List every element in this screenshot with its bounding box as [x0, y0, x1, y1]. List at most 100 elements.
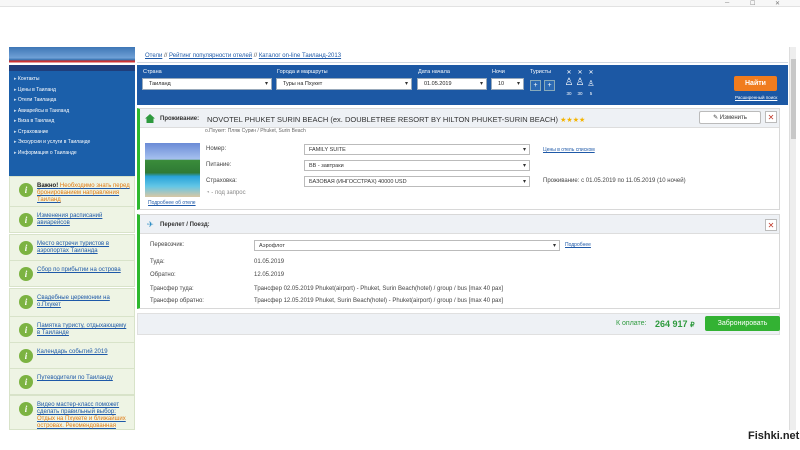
- info-link[interactable]: Памятка туристу, отдыхающему в Таиланде: [37, 320, 131, 339]
- hotel-details-link[interactable]: Подробнее об отеле: [148, 200, 196, 206]
- flight-kind-label: Перелет / Поезд:: [160, 222, 210, 228]
- child-icon: ♙: [587, 79, 595, 88]
- scrollbar-thumb[interactable]: [791, 59, 796, 139]
- info-icon: i: [19, 183, 33, 197]
- info-link[interactable]: Видео мастер-класс поможет сделать прави…: [37, 402, 119, 415]
- extended-search-link[interactable]: Расширенный поиск: [735, 95, 777, 100]
- remove-flight-icon[interactable]: ✕: [765, 219, 777, 231]
- menu-item[interactable]: Отели Таиланда: [9, 95, 135, 106]
- info-icon: i: [19, 402, 33, 416]
- info-block[interactable]: i Важно! Необходимо знать перед бронирова…: [9, 176, 135, 209]
- total-price: 264 917 ₽: [655, 319, 695, 329]
- info-block[interactable]: i Календарь событий 2019: [9, 342, 135, 369]
- carrier-label: Перевозчик:: [150, 242, 185, 248]
- menu-item[interactable]: Авиарейсы в Таиланд: [9, 106, 135, 117]
- maximize-icon[interactable]: ☐: [750, 0, 755, 7]
- ticket-icon: ✈: [147, 220, 154, 229]
- stay-dates: Проживание: с 01.05.2019 по 11.05.2019 (…: [543, 178, 686, 184]
- info-block[interactable]: i Свадебные церемонии на о.Пхукет: [9, 288, 135, 317]
- info-icon: i: [19, 323, 33, 337]
- info-icon: i: [19, 349, 33, 363]
- return-date: 12.05.2019: [254, 272, 285, 278]
- info-icon: i: [19, 241, 33, 255]
- divider: [137, 62, 788, 63]
- breadcrumb-link[interactable]: Каталог on-line Таиланд-2013: [259, 53, 341, 59]
- minimize-icon[interactable]: ─: [725, 0, 729, 6]
- remove-hotel-icon[interactable]: ✕: [765, 111, 777, 123]
- flight-header: ✈ Перелет / Поезд:: [140, 215, 779, 234]
- info-link[interactable]: Сбор по прибытии на острова: [37, 264, 121, 283]
- info-link[interactable]: Календарь событий 2019: [37, 346, 108, 365]
- carrier-select[interactable]: Аэрофлот: [254, 240, 560, 251]
- age-label: 30: [577, 91, 583, 96]
- breadcrumb: Отели // Рейтинг популярности отелей // …: [145, 53, 342, 59]
- remove-icon[interactable]: ✕: [564, 69, 574, 76]
- country-select[interactable]: Таиланд: [142, 78, 272, 90]
- menu-item[interactable]: Цены в Таиланд: [9, 85, 135, 96]
- tourists-label: Туристы: [530, 69, 552, 75]
- info-link[interactable]: Свадебные церемонии на о.Пхукет: [37, 292, 131, 313]
- room-select[interactable]: FAMILY SUITE: [304, 144, 530, 155]
- hotel-photo[interactable]: [145, 143, 200, 197]
- date-input[interactable]: 01.05.2019: [417, 78, 487, 90]
- breadcrumb-link[interactable]: Рейтинг популярности отелей: [169, 53, 252, 59]
- hotel-location: о.Пхукет: Пляж Сурин / Phuket, Surin Bea…: [205, 128, 306, 134]
- adult-icon: ♙: [575, 77, 585, 88]
- info-block[interactable]: i Сбор по прибытии на острова: [9, 260, 135, 287]
- watermark: Fishki.net: [748, 430, 800, 442]
- menu-item[interactable]: Контакты: [9, 74, 135, 85]
- info-icon: i: [19, 375, 33, 389]
- info-block[interactable]: i Изменения расписаний авиарейсов: [9, 206, 135, 233]
- outbound-label: Туда:: [150, 259, 165, 265]
- total-label: К оплате:: [616, 320, 647, 327]
- meal-select[interactable]: BB - завтраки: [304, 160, 530, 171]
- menu-item[interactable]: Виза в Таиланд: [9, 116, 135, 127]
- hotel-stars: ★★★★: [560, 117, 586, 124]
- thailand-banner-image: [9, 47, 135, 71]
- change-hotel-button[interactable]: ✎ Изменить: [699, 111, 761, 124]
- book-button[interactable]: Забронировать: [705, 316, 780, 331]
- house-icon: [145, 114, 155, 123]
- add-adult-icon[interactable]: +: [530, 80, 541, 91]
- adult-icon: ♙: [564, 77, 574, 88]
- hotel-header: Проживание: NOVOTEL PHUKET SURIN BEACH (…: [140, 109, 779, 128]
- country-label: Страна: [143, 69, 162, 75]
- find-button[interactable]: Найти: [734, 76, 777, 91]
- info-icon: i: [19, 267, 33, 281]
- transfer-back-label: Трансфер обратно:: [150, 298, 204, 304]
- city-label: Города и маршруты: [277, 69, 328, 75]
- insurance-select[interactable]: БАЗОВАЯ (ИНГОССТРАХ) 40000 USD: [304, 176, 530, 187]
- info-link[interactable]: Место встречи туристов в аэропортах Таил…: [37, 238, 131, 257]
- hotel-kind-label: Проживание:: [160, 116, 200, 122]
- info-block[interactable]: i Место встречи туристов в аэропортах Таи…: [9, 234, 135, 261]
- hotel-title: NOVOTEL PHUKET SURIN BEACH (ex. DOUBLETR…: [207, 115, 585, 124]
- scrollbar[interactable]: [789, 47, 796, 430]
- menu-item[interactable]: Экскурсии и услуги в Таиланде: [9, 137, 135, 148]
- info-link[interactable]: Путеводители по Таиланду: [37, 372, 113, 391]
- transfer-out-value: Трансфер 02.05.2019 Phuket(airport) - Ph…: [254, 286, 504, 292]
- menu-item[interactable]: Информация о Таиланде: [9, 148, 135, 159]
- add-child-icon[interactable]: +: [544, 80, 555, 91]
- info-block[interactable]: i Памятка туристу, отдыхающему в Таиланде: [9, 316, 135, 343]
- breadcrumb-link[interactable]: Отели: [145, 53, 162, 59]
- remove-icon[interactable]: ✕: [575, 69, 585, 76]
- age-label: 5: [589, 91, 593, 96]
- request-status: ◔ - под запрос: [206, 190, 246, 196]
- flight-details-link[interactable]: Подробнее: [565, 242, 591, 248]
- prices-list-link[interactable]: Цены в отель списком: [543, 147, 595, 153]
- menu-item[interactable]: Страхование: [9, 127, 135, 138]
- city-select[interactable]: Туры на Пхукет: [276, 78, 412, 90]
- info-link[interactable]: Изменения расписаний авиарейсов: [37, 210, 131, 229]
- info-block[interactable]: i Видео мастер-класс поможет сделать прав…: [9, 395, 135, 430]
- nights-select[interactable]: 10: [491, 78, 524, 90]
- remove-icon[interactable]: ✕: [586, 69, 596, 76]
- nights-label: Ночи: [492, 69, 505, 75]
- age-label: 30: [566, 91, 572, 96]
- page-bottom: [0, 430, 800, 450]
- meal-label: Питание:: [206, 162, 232, 168]
- outbound-date: 01.05.2019: [254, 259, 285, 265]
- room-label: Номер:: [206, 146, 227, 152]
- info-block[interactable]: i Путеводители по Таиланду: [9, 368, 135, 395]
- close-window-icon[interactable]: ✕: [775, 0, 780, 7]
- flight-section: ✈ Перелет / Поезд:: [137, 214, 780, 309]
